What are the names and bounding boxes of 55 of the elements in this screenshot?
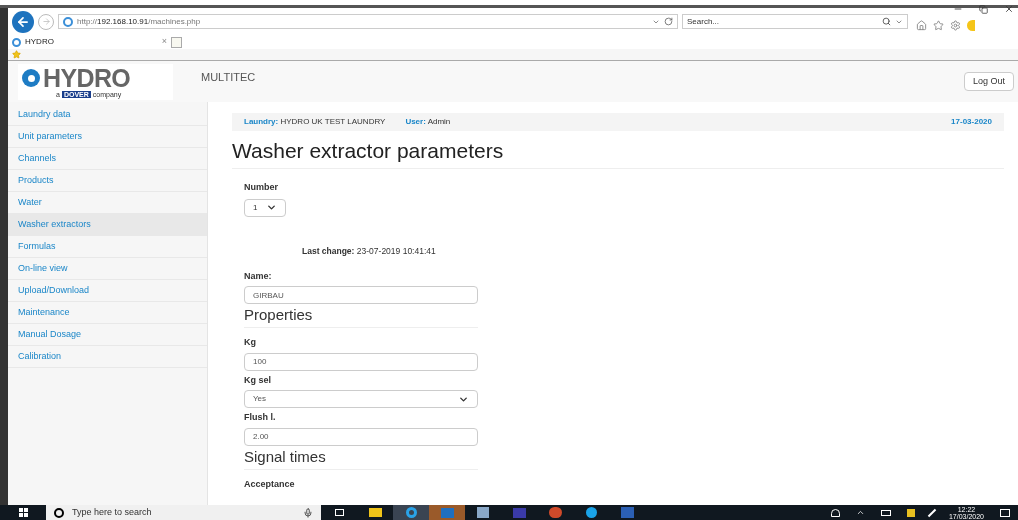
search-field[interactable]: Search... xyxy=(682,14,908,29)
address-bar[interactable]: http://192.168.10.91/machines.php xyxy=(58,14,678,29)
caret-icon xyxy=(266,202,277,213)
browser-logo-icon xyxy=(63,16,73,27)
sidebar-item[interactable]: Unit parameters xyxy=(8,126,207,148)
input-field[interactable]: 100 xyxy=(244,352,478,371)
browser-app-icon[interactable] xyxy=(393,505,429,520)
input-field[interactable]: GIRBAU xyxy=(244,286,478,304)
sidebar-item[interactable]: Formulas xyxy=(8,236,207,258)
select-field[interactable]: Yes xyxy=(244,390,478,408)
close-icon[interactable] xyxy=(1004,4,1014,14)
laundry-info: Laundry: HYDRO UK TEST LAUNDRY xyxy=(244,116,386,128)
browser-tab[interactable]: HYDRO × xyxy=(12,35,167,49)
user-info: User: Admin xyxy=(405,116,451,128)
taskbar-search-field[interactable]: Type here to search xyxy=(46,505,321,520)
field-label: Acceptance xyxy=(244,477,296,491)
refresh-icon[interactable] xyxy=(664,17,673,26)
settings-icon[interactable] xyxy=(950,20,961,31)
field-label: Number xyxy=(244,181,279,194)
last-change-text: Last change: 23-07-2019 10:41:41 xyxy=(302,245,436,256)
product-name: MULTITEC xyxy=(201,70,256,86)
tab-close-button[interactable]: × xyxy=(161,35,167,49)
sidebar-item[interactable]: Manual Dosage xyxy=(8,324,207,346)
search-icon[interactable] xyxy=(882,17,891,26)
sidebar-item[interactable]: Laundry data xyxy=(8,104,207,126)
sidebar-item[interactable]: Maintenance xyxy=(8,302,207,324)
field-label: Name: xyxy=(244,269,273,283)
chevron-icon[interactable] xyxy=(855,508,865,517)
number-select[interactable]: 1 xyxy=(244,198,286,217)
back-button[interactable] xyxy=(12,10,34,33)
logout-button[interactable]: Log Out xyxy=(963,72,1014,91)
input-field[interactable]: 2.00 xyxy=(244,427,478,446)
arrow-right-icon xyxy=(41,17,51,26)
sidebar-item[interactable]: Channels xyxy=(8,148,207,170)
field-label: Kg xyxy=(244,336,257,349)
sidebar-item[interactable]: Washer extractors xyxy=(8,214,207,236)
microphone-icon[interactable] xyxy=(303,507,313,518)
star-icon[interactable] xyxy=(933,20,944,31)
page-title: Washer extractor parameters xyxy=(232,139,504,162)
date-text: 17-03-2020 xyxy=(951,116,992,128)
field-label: Kg sel xyxy=(244,373,272,387)
section-heading: Properties xyxy=(244,306,313,323)
notifications-icon[interactable] xyxy=(1000,508,1010,517)
sidebar-item[interactable]: On-line view xyxy=(8,258,207,280)
restore-icon[interactable] xyxy=(979,4,988,14)
sidebar-item[interactable]: Products xyxy=(8,170,207,192)
section-heading: Signal times xyxy=(244,447,326,465)
field-label: Flush l. xyxy=(244,411,277,424)
cortana-icon xyxy=(54,507,64,518)
home-icon[interactable] xyxy=(916,20,927,31)
sidebar-item[interactable]: Upload/Download xyxy=(8,280,207,302)
url-text: http://192.168.10.91/machines.php xyxy=(77,15,201,28)
battery-icon[interactable] xyxy=(880,509,891,516)
browser-logo-icon xyxy=(12,37,21,47)
sidebar-item[interactable]: Calibration xyxy=(8,346,207,368)
